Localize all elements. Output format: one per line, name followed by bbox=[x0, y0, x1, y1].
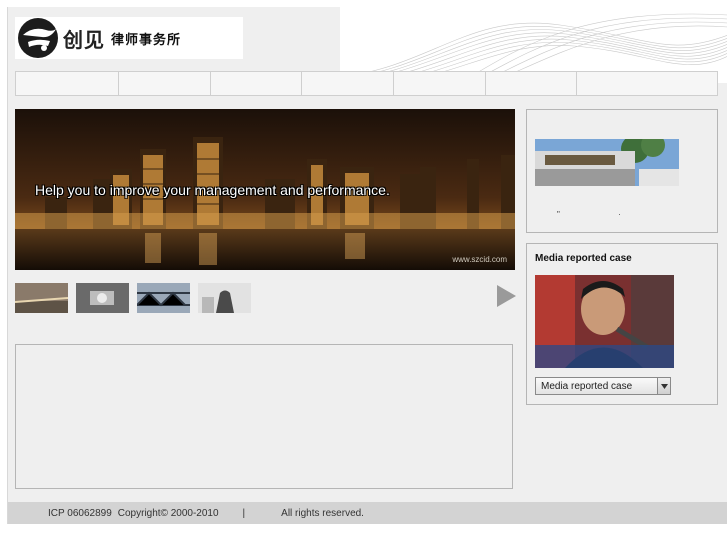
triangle-down-icon bbox=[660, 383, 668, 389]
nav-item[interactable] bbox=[119, 72, 211, 95]
nav-item[interactable] bbox=[394, 72, 486, 95]
media-case-select-value: Media reported case bbox=[541, 380, 633, 392]
nav-item[interactable] bbox=[211, 72, 302, 95]
logo-brand: 创见 bbox=[63, 27, 105, 52]
thumbnail-strip bbox=[15, 283, 259, 313]
media-tv-photo[interactable] bbox=[535, 275, 674, 368]
banner-caption: Help you to improve your management and … bbox=[35, 182, 390, 198]
sidebar-top-box: " · bbox=[526, 109, 718, 233]
media-box-title: Media reported case bbox=[535, 253, 632, 264]
logo-subtitle: 律师事务所 bbox=[111, 32, 182, 48]
thumbnail-business-person[interactable] bbox=[198, 283, 251, 313]
main-nav bbox=[15, 71, 718, 96]
page: 创见 律师事务所 Help you to improve your manage… bbox=[7, 7, 727, 524]
footer-icp: ICP 06062899 bbox=[48, 507, 112, 519]
footer-rights: All rights reserved. bbox=[281, 507, 364, 519]
sidebar-marks: " · bbox=[557, 210, 649, 219]
thumbnail-steel-bridge[interactable] bbox=[137, 283, 190, 313]
nav-item[interactable] bbox=[16, 72, 119, 95]
building-photo[interactable] bbox=[535, 139, 679, 186]
next-slide-button[interactable] bbox=[495, 284, 517, 308]
nav-item[interactable] bbox=[486, 72, 577, 95]
media-case-select[interactable]: Media reported case bbox=[535, 377, 671, 395]
play-triangle-icon bbox=[497, 285, 516, 307]
logo-mark-icon bbox=[17, 17, 59, 59]
logo[interactable]: 创见 律师事务所 bbox=[15, 17, 243, 59]
footer-copyright: Copyright© 2000-2010 bbox=[117, 507, 219, 519]
main-content-box bbox=[15, 344, 513, 489]
nav-item[interactable] bbox=[302, 72, 394, 95]
header: 创见 律师事务所 bbox=[8, 7, 727, 83]
hero-banner[interactable]: Help you to improve your management and … bbox=[15, 109, 515, 270]
thumbnail-office-gray[interactable] bbox=[76, 283, 129, 313]
thumbnail-bridge-night[interactable] bbox=[15, 283, 68, 313]
media-reported-box: Media reported case Media reported case bbox=[526, 243, 718, 405]
nav-item[interactable] bbox=[577, 72, 717, 95]
footer-separator: | bbox=[242, 507, 246, 519]
banner-watermark: www.szcid.com bbox=[452, 255, 507, 264]
footer: ICP 06062899 Copyright© 2000-2010 | All … bbox=[8, 502, 727, 524]
select-dropdown-button[interactable] bbox=[657, 378, 670, 394]
